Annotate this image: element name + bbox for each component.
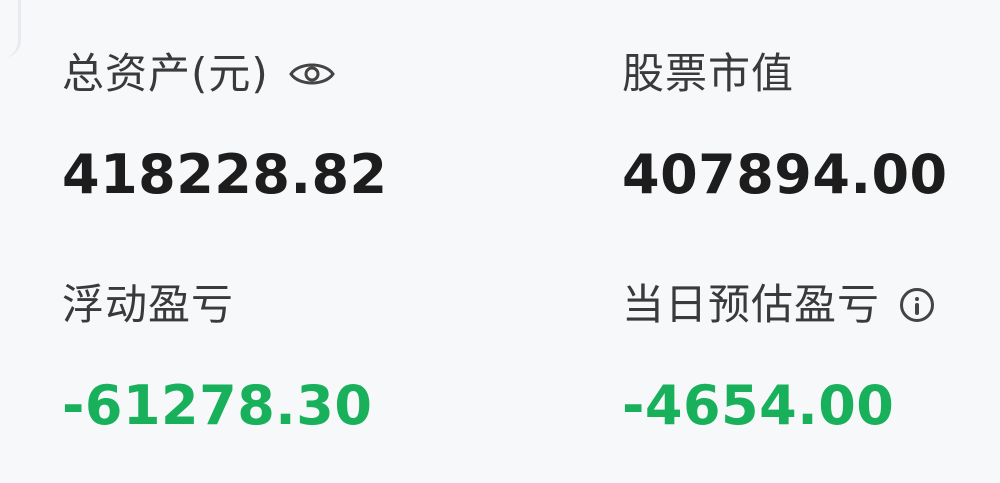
- floating-pnl-value: -61278.30: [62, 374, 373, 437]
- stock-market-value-label: 股票市值: [622, 49, 795, 98]
- stock-market-value-label-row: 股票市值: [622, 42, 948, 106]
- floating-pnl-label: 浮动盈亏: [62, 280, 235, 329]
- total-assets-label: 总资产(元): [62, 49, 269, 98]
- floating-pnl-label-row: 浮动盈亏: [62, 273, 372, 337]
- total-assets-block: 总资产(元) 418228.82: [62, 42, 388, 210]
- info-icon[interactable]: [900, 288, 935, 322]
- today-estimated-pnl-label-row: 当日预估盈亏: [622, 273, 935, 337]
- today-estimated-pnl-label: 当日预估盈亏: [622, 280, 881, 329]
- stock-market-value: 407894.00: [622, 143, 948, 206]
- total-assets-label-row: 总资产(元): [62, 42, 388, 106]
- card-edge-decoration: [0, 0, 21, 58]
- total-assets-value: 418228.82: [62, 143, 388, 206]
- eye-icon[interactable]: [288, 59, 335, 89]
- asset-summary-card: 总资产(元) 418228.82 股票市值 407894.00 浮动盈亏 -61…: [0, 0, 1000, 483]
- stock-market-value-block: 股票市值 407894.00: [622, 42, 948, 210]
- floating-pnl-block: 浮动盈亏 -61278.30: [62, 273, 372, 441]
- today-estimated-pnl-block: 当日预估盈亏 -4654.00: [622, 273, 935, 441]
- today-estimated-pnl-value: -4654.00: [622, 374, 895, 437]
